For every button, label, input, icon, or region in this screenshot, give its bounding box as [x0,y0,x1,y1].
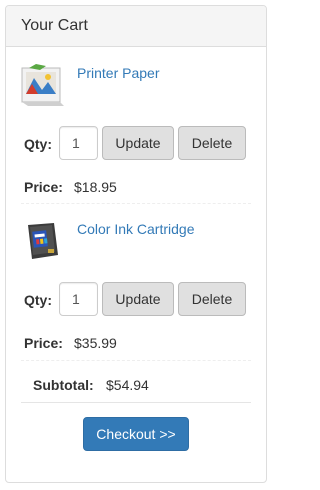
subtotal-value: $54.94 [106,377,149,393]
price-label: Price: [24,335,63,351]
item-divider [21,360,251,361]
price-label: Price: [24,179,63,195]
cart-title: Your Cart [6,6,266,47]
update-button[interactable]: Update [102,126,174,160]
price-value-printer-paper: $18.95 [74,179,117,195]
item-name-printer-paper[interactable]: Printer Paper [77,65,159,81]
qty-input-printer-paper[interactable] [59,126,98,160]
delete-button[interactable]: Delete [178,282,246,316]
delete-button[interactable]: Delete [178,126,246,160]
subtotal-label: Subtotal: [33,377,94,393]
cart-panel: Your Cart Printer Paper Qty: Update Dele… [5,5,267,483]
printer-paper-image [21,64,64,106]
item-divider [21,203,251,204]
qty-label: Qty: [24,136,52,152]
subtotal-divider [21,402,251,403]
ink-cartridge-image [28,223,58,259]
update-button[interactable]: Update [102,282,174,316]
item-name-color-ink-cartridge[interactable]: Color Ink Cartridge [77,221,195,237]
checkout-button[interactable]: Checkout >> [83,417,189,451]
qty-label: Qty: [24,292,52,308]
price-value-color-ink-cartridge: $35.99 [74,335,117,351]
qty-input-color-ink-cartridge[interactable] [59,282,98,316]
